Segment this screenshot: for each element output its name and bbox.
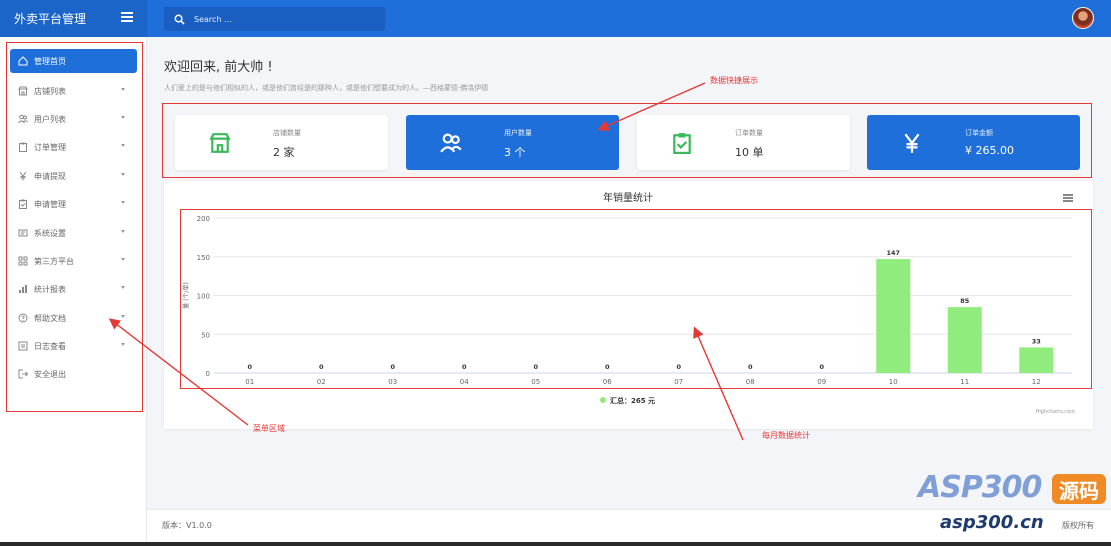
rights-text: 版权所有 [1062,521,1094,530]
watermark-badge: 源码 [1052,474,1106,504]
version-text: 版本：V1.0.0 [162,521,212,530]
watermark-url: asp300.cn [940,512,1044,533]
bottom-strip [0,542,1111,546]
watermark-brand: ASP300 [918,470,1042,505]
annotation-arrows [108,82,744,441]
